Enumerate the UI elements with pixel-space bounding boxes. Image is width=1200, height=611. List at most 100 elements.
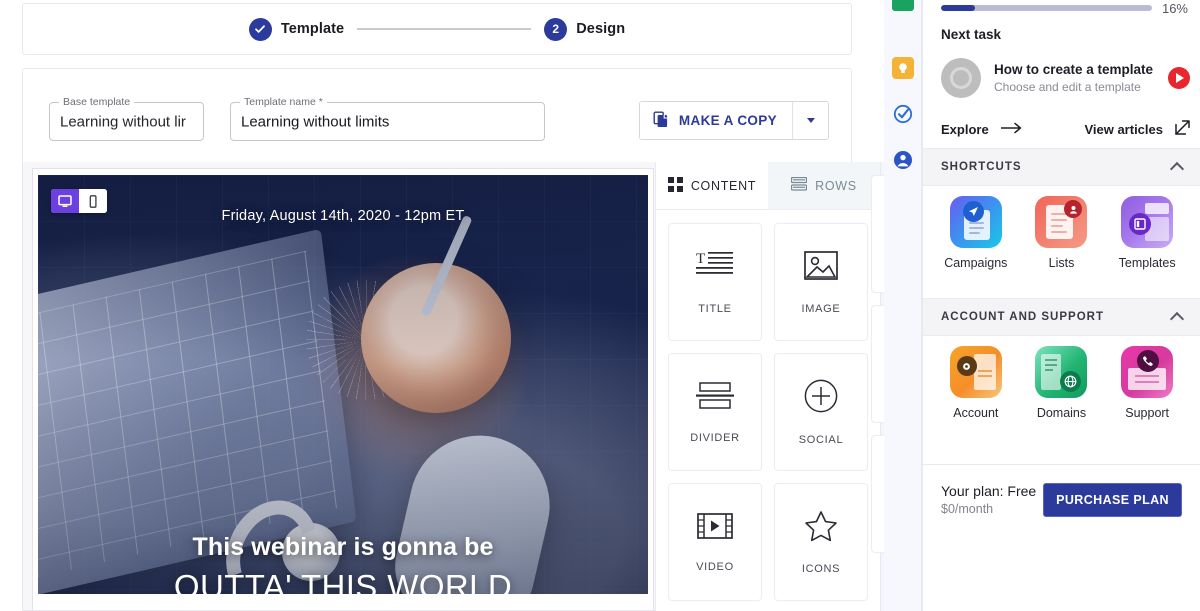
template-name-field[interactable]: Template name * Learning without limits	[230, 102, 545, 141]
check-circle-icon[interactable]	[892, 103, 914, 125]
content-block-grid: T TITLE	[656, 210, 880, 611]
block-icons[interactable]: ICONS	[774, 483, 868, 601]
view-articles-label: View articles	[1084, 122, 1163, 137]
campaigns-icon	[950, 196, 1002, 248]
block-social-label: SOCIAL	[799, 434, 844, 446]
block-video[interactable]: VIDEO	[668, 483, 762, 601]
make-copy-group: MAKE A COPY	[639, 101, 829, 140]
domains-icon	[1035, 346, 1087, 398]
shortcut-support[interactable]: Support	[1108, 346, 1186, 420]
svg-text:T: T	[696, 251, 705, 267]
progress-percent-label: 16%	[1162, 1, 1188, 16]
shortcut-domains[interactable]: Domains	[1022, 346, 1100, 420]
rows-icon	[791, 177, 807, 194]
onboarding-progress: 16%	[941, 0, 1188, 16]
webinar-date-text: Friday, August 14th, 2020 - 12pm ET	[38, 208, 648, 224]
block-title-label: TITLE	[698, 303, 731, 315]
shortcuts-section-header[interactable]: SHORTCUTS	[923, 148, 1200, 186]
chevron-up-icon	[1170, 312, 1184, 326]
wizard-stepper: Template 2 Design	[22, 3, 852, 55]
plan-name: Your plan: Free	[941, 483, 1036, 499]
plan-price: $0/month	[941, 502, 1036, 516]
template-name-value: Learning without limits	[241, 113, 540, 130]
desktop-preview-button[interactable]	[51, 189, 79, 213]
explore-link[interactable]: Explore	[941, 122, 1023, 137]
content-blocks-panel: CONTENT ROWS T	[655, 162, 880, 611]
block-image[interactable]: IMAGE	[774, 223, 868, 341]
task-thumbnail	[941, 58, 981, 98]
account-circle-icon[interactable]	[892, 149, 914, 171]
image-icon	[804, 250, 838, 287]
block-video-label: VIDEO	[696, 561, 734, 573]
task-title: How to create a template	[994, 62, 1155, 79]
account-icon	[950, 346, 1002, 398]
device-preview-toggle	[51, 189, 107, 213]
task-text-group: How to create a template Choose and edit…	[994, 62, 1155, 95]
chevron-down-icon	[807, 118, 815, 123]
shortcut-support-label: Support	[1125, 406, 1169, 420]
arrow-right-icon	[1001, 122, 1023, 137]
task-subtitle: Choose and edit a template	[994, 80, 1155, 94]
shortcut-lists[interactable]: Lists	[1022, 196, 1100, 270]
social-plus-icon	[804, 379, 838, 418]
chevron-up-icon	[1170, 162, 1184, 176]
base-template-field[interactable]: Base template Learning without lir	[49, 102, 204, 141]
grid-icon	[668, 177, 683, 195]
title-icon: T	[695, 250, 735, 287]
purchase-plan-button[interactable]: PURCHASE PLAN	[1043, 483, 1182, 517]
account-section-title: ACCOUNT AND SUPPORT	[941, 311, 1104, 323]
shortcut-templates[interactable]: Templates	[1108, 196, 1186, 270]
next-task-heading: Next task	[941, 27, 1001, 42]
lists-icon	[1035, 196, 1087, 248]
account-section-header[interactable]: ACCOUNT AND SUPPORT	[923, 298, 1200, 336]
bulb-icon[interactable]	[892, 57, 914, 79]
tab-rows[interactable]: ROWS	[768, 162, 880, 209]
star-icon	[804, 510, 838, 547]
webinar-headline-line-1: This webinar is gonna be	[38, 533, 648, 562]
view-articles-link[interactable]: View articles	[1084, 120, 1190, 138]
stepper-connector	[357, 28, 531, 30]
video-icon	[697, 512, 733, 545]
mobile-preview-button[interactable]	[79, 189, 107, 213]
divider-icon	[696, 381, 734, 416]
shortcut-domains-label: Domains	[1037, 406, 1086, 420]
make-a-copy-button[interactable]: MAKE A COPY	[640, 102, 792, 139]
template-name-label: Template name *	[240, 96, 327, 108]
panel-tab-bar: CONTENT ROWS	[656, 162, 880, 210]
tab-rows-label: ROWS	[815, 179, 857, 193]
block-social[interactable]: SOCIAL	[774, 353, 868, 471]
green-app-icon[interactable]	[892, 0, 914, 11]
block-icons-label: ICONS	[802, 563, 840, 575]
step-template[interactable]: Template	[249, 18, 344, 41]
progress-track	[941, 5, 1152, 11]
next-task-card[interactable]: How to create a template Choose and edit…	[941, 54, 1190, 102]
check-circle-icon	[249, 18, 272, 41]
make-a-copy-label: MAKE A COPY	[679, 113, 777, 128]
shortcut-account[interactable]: Account	[937, 346, 1015, 420]
shortcut-campaigns[interactable]: Campaigns	[937, 196, 1015, 270]
support-icon	[1121, 346, 1173, 398]
step-design[interactable]: 2 Design	[544, 18, 625, 41]
make-copy-dropdown-button[interactable]	[792, 102, 828, 139]
email-hero-block[interactable]: Friday, August 14th, 2020 - 12pm ET This…	[38, 175, 648, 594]
copy-icon	[653, 111, 670, 131]
webinar-headline-line-2: OUTTA' THIS WORLD	[38, 568, 648, 594]
shortcuts-section-title: SHORTCUTS	[941, 161, 1022, 173]
tab-content-label: CONTENT	[691, 179, 756, 193]
external-link-icon	[1175, 120, 1190, 138]
shortcut-account-label: Account	[953, 406, 998, 420]
step-number-badge: 2	[544, 18, 567, 41]
tab-content[interactable]: CONTENT	[656, 162, 768, 209]
block-title[interactable]: T TITLE	[668, 223, 762, 341]
right-sidebar: 16% Next task How to create a template C…	[922, 0, 1200, 611]
block-divider-label: DIVIDER	[690, 432, 740, 444]
block-divider[interactable]: DIVIDER	[668, 353, 762, 471]
hero-overlay	[38, 175, 648, 594]
plan-row: Your plan: Free $0/month PURCHASE PLAN	[923, 464, 1200, 534]
shortcuts-tile-row: Campaigns Lists	[923, 196, 1200, 270]
editor-column: Template 2 Design Base template Learning…	[0, 0, 880, 611]
play-circle-icon[interactable]	[1168, 67, 1190, 89]
template-toolbar: Base template Learning without lir Templ…	[22, 68, 852, 171]
base-template-label: Base template	[59, 96, 134, 108]
account-tile-row: Account Domains	[923, 346, 1200, 420]
